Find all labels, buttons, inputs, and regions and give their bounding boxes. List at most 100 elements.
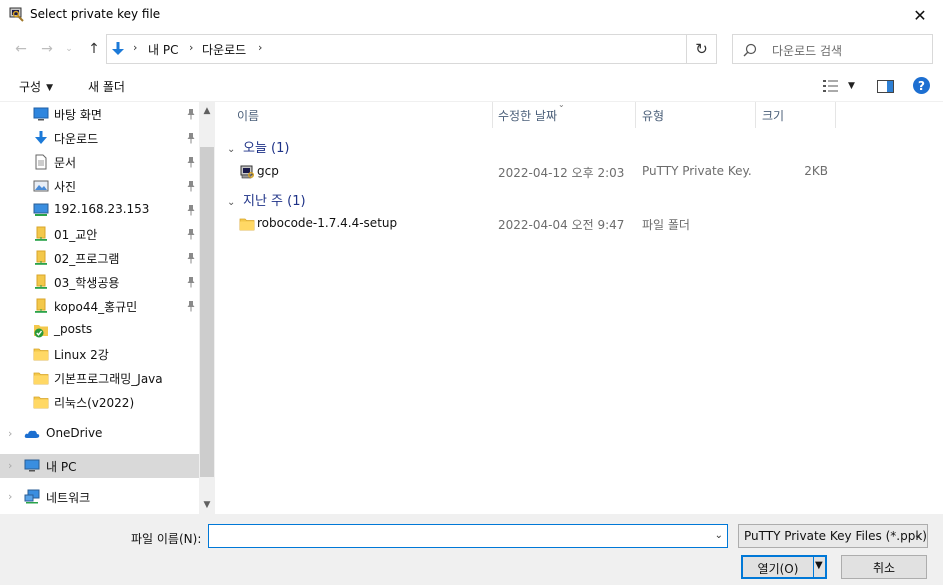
close-button[interactable]: ✕ [897,0,943,30]
group-header-label: 지난 주 (1) [243,194,306,209]
column-divider[interactable] [835,102,836,128]
preview-pane-button[interactable] [877,77,894,95]
address-bar[interactable]: › 내 PC › 다운로드 › [106,34,782,64]
pin-icon[interactable] [186,228,196,240]
breadcrumb-this-pc[interactable]: 내 PC [148,41,178,58]
group-header-last-week[interactable]: ⌄ 지난 주 (1) [227,190,306,209]
nav-item-quick-access[interactable]: _posts [0,318,199,342]
column-header-modified[interactable]: 수정한 날짜 [498,102,557,128]
change-view-button[interactable]: ▼ [822,77,855,95]
nav-item-onedrive[interactable]: › OneDrive [0,422,199,446]
file-name: robocode-1.7.4.4-setup [257,216,398,230]
nav-item-quick-access[interactable]: 리눅스(v2022) [0,390,199,414]
nav-item-quick-access[interactable]: Linux 2강 [0,342,199,366]
organize-button[interactable]: 구성 ▼ [19,78,53,95]
back-button[interactable]: ← [11,40,31,58]
up-button[interactable]: ↑ [84,40,104,58]
pin-icon[interactable] [186,132,196,144]
pin-icon[interactable] [186,276,196,288]
picture-icon [33,180,49,192]
nav-item-quick-access[interactable]: 03_학생공용 [0,270,199,294]
shared-folder-icon [35,226,47,241]
column-divider[interactable] [635,102,636,128]
chevron-up-icon: ▲ [203,106,211,116]
file-type-filter-select[interactable]: PuTTY Private Key Files (*.ppk) ⌄ [738,524,928,548]
nav-item-label: 02_프로그램 [54,252,120,266]
putty-key-icon [240,165,254,179]
chevron-down-icon[interactable]: ⌄ [715,530,723,541]
navpane-scrollbar[interactable]: ▲ ▼ [199,102,215,514]
up-arrow-icon: ↑ [88,41,100,57]
nav-item-quick-access[interactable]: 기본프로그래밍_Java [0,366,199,390]
nav-item-this-pc[interactable]: › 내 PC [0,454,199,478]
column-header-size[interactable]: 크기 [762,102,784,128]
nav-item-quick-access[interactable]: 192.168.23.153 [0,198,199,222]
nav-item-quick-access[interactable]: 02_프로그램 [0,246,199,270]
nav-item-quick-access[interactable]: 다운로드 [0,126,199,150]
file-row[interactable]: gcp 2022-04-12 오후 2:03 PuTTY Private Key… [215,160,943,184]
scroll-up-button[interactable]: ▲ [199,103,215,119]
pin-icon[interactable] [186,204,196,216]
filename-input[interactable]: ⌄ [208,524,728,548]
chevron-down-icon: ⌄ [913,530,922,541]
scrollbar-thumb[interactable] [200,147,214,477]
chevron-right-icon[interactable]: › [8,490,12,503]
pin-icon[interactable] [186,108,196,120]
nav-item-quick-access[interactable]: 문서 [0,150,199,174]
forward-arrow-icon: → [41,41,53,57]
breadcrumb-downloads[interactable]: 다운로드 [202,41,246,58]
column-divider[interactable] [755,102,756,128]
new-folder-button[interactable]: 새 폴더 [88,78,125,95]
nav-item-label: Linux 2강 [54,348,109,362]
file-type: 파일 폴더 [642,218,690,232]
nav-item-network[interactable]: › 네트워크 [0,485,199,509]
preview-pane-icon [877,79,894,93]
shared-folder-icon [35,274,47,289]
pin-icon[interactable] [186,156,196,168]
chevron-right-icon[interactable]: › [8,459,12,472]
nav-item-quick-access[interactable]: kopo44_홍규민 [0,294,199,318]
column-divider[interactable] [492,102,493,128]
refresh-button[interactable]: ↻ [687,34,717,64]
nav-label-this-pc: 내 PC [46,460,77,474]
column-header-name[interactable]: 이름 [237,102,259,128]
column-header-type[interactable]: 유형 [642,102,664,128]
chevron-right-icon[interactable]: › [8,427,12,440]
pin-icon[interactable] [186,180,196,192]
organize-label: 구성 [19,80,42,94]
forward-button[interactable]: → [37,40,57,58]
pin-icon[interactable] [186,300,196,312]
search-placeholder: 다운로드 검색 [772,44,843,58]
open-button[interactable]: 열기(O) ▼ [741,555,827,579]
recent-locations-button[interactable]: ⌄ [62,40,76,58]
nav-item-quick-access[interactable]: 바탕 화면 [0,102,199,126]
open-button-label: 열기(O) [757,562,799,576]
group-header-label: 오늘 (1) [243,141,290,156]
nav-label-onedrive: OneDrive [46,426,103,440]
help-icon: ? [918,78,925,93]
breadcrumb-separator-icon: › [133,41,138,54]
folder-icon [33,348,49,361]
nav-item-quick-access[interactable]: 사진 [0,174,199,198]
nav-item-quick-access[interactable]: 01_교안 [0,222,199,246]
cancel-button[interactable]: 취소 [841,555,927,579]
search-input[interactable]: 다운로드 검색 [732,34,933,64]
nav-item-label: _posts [54,322,93,336]
file-size: 2KB [804,164,828,178]
help-button[interactable]: ? [913,77,930,94]
group-header-today[interactable]: ⌄ 오늘 (1) [227,137,289,156]
chevron-down-icon: ⌄ [227,144,236,155]
file-list: 이름 ⌄ 수정한 날짜 유형 크기 ⌄ 오늘 (1) gcp 2022-04-12… [215,100,943,514]
breadcrumb-separator-icon: › [258,41,263,54]
open-dropdown-arrow-icon[interactable]: ▼ [815,560,823,571]
command-bar: 구성 ▼ 새 폴더 ▼ [0,69,943,102]
nav-item-label: 192.168.23.153 [54,202,150,216]
nav-item-label: 리눅스(v2022) [54,396,135,410]
pin-icon[interactable] [186,252,196,264]
nav-item-label: 기본프로그래밍_Java [54,372,163,386]
computer-icon [24,459,40,472]
file-row[interactable]: robocode-1.7.4.4-setup 2022-04-04 오전 9:4… [215,212,943,236]
network-icon [24,489,40,504]
chevron-down-icon: ⌄ [227,197,236,208]
scroll-down-button[interactable]: ▼ [199,497,215,513]
